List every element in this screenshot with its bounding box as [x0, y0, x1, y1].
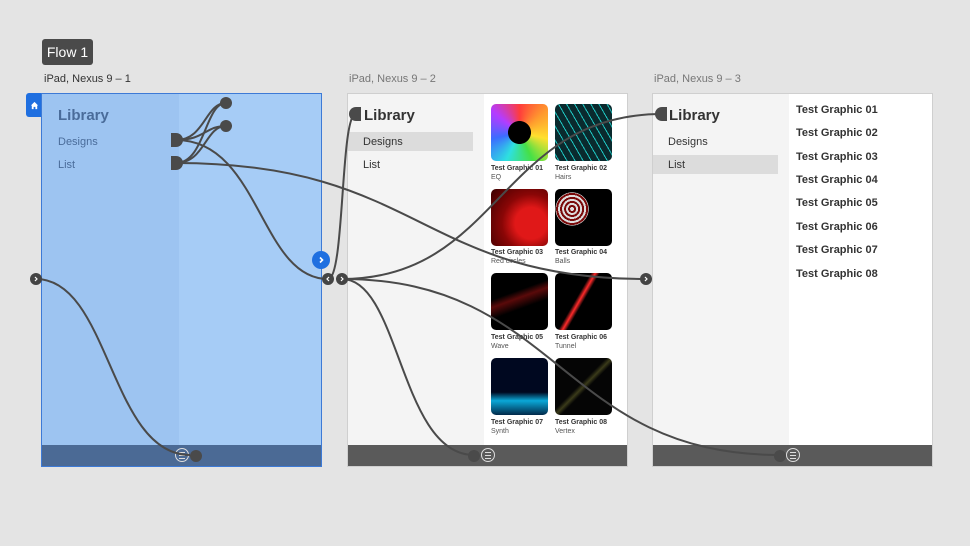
list-row[interactable]: Test Graphic 07: [796, 244, 878, 256]
artboard-label-3[interactable]: iPad, Nexus 9 – 3: [654, 73, 741, 85]
graphic-title: Test Graphic 02: [555, 165, 608, 172]
chevron-right-icon[interactable]: [336, 273, 348, 285]
library-title: Library: [669, 107, 720, 124]
graphic-title: Test Graphic 07: [491, 419, 544, 426]
artboard-2[interactable]: Library Designs List Test Graphic 01 EQ …: [347, 93, 628, 467]
graphic-subtitle: Wave: [491, 343, 509, 350]
list-row[interactable]: Test Graphic 03: [796, 151, 878, 163]
designs-item[interactable]: Designs: [653, 132, 778, 151]
chevron-right-icon[interactable]: [640, 273, 652, 285]
artboard-3[interactable]: Library Designs List Test Graphic 01 Tes…: [652, 93, 933, 467]
chevron-right-icon[interactable]: [30, 273, 42, 285]
artboard-label-2[interactable]: iPad, Nexus 9 – 2: [349, 73, 436, 85]
list-row[interactable]: Test Graphic 05: [796, 197, 878, 209]
graphic-subtitle: EQ: [491, 174, 502, 181]
list-item[interactable]: List: [348, 155, 473, 174]
graphic-title: Test Graphic 05: [491, 334, 544, 341]
library-title: Library: [58, 107, 109, 124]
menu-icon[interactable]: [786, 448, 800, 462]
graphic-title: Test Graphic 04: [555, 249, 608, 256]
graphic-thumbnail[interactable]: [555, 358, 612, 415]
graphic-title: Test Graphic 01: [491, 165, 544, 172]
flow-badge[interactable]: Flow 1: [42, 39, 93, 65]
graphic-subtitle: Vertex: [555, 428, 575, 435]
list-row[interactable]: Test Graphic 06: [796, 221, 878, 233]
graphic-thumbnail[interactable]: [555, 189, 612, 246]
graphic-subtitle: Red circles: [491, 258, 526, 265]
graphic-subtitle: Hairs: [555, 174, 572, 181]
graphic-thumbnail[interactable]: [555, 273, 612, 330]
library-title: Library: [364, 107, 415, 124]
bottom-bar: [42, 445, 321, 466]
artboard-1[interactable]: Library Designs List: [41, 93, 322, 467]
chevron-left-icon[interactable]: [322, 273, 334, 285]
graphic-title: Test Graphic 06: [555, 334, 608, 341]
artboard-label-1[interactable]: iPad, Nexus 9 – 1: [44, 73, 131, 85]
list-row[interactable]: Test Graphic 08: [796, 268, 878, 280]
graphic-subtitle: Balls: [555, 258, 571, 265]
menu-icon[interactable]: [175, 448, 189, 462]
graphic-title: Test Graphic 08: [555, 419, 608, 426]
graphic-thumbnail[interactable]: [491, 273, 548, 330]
graphic-thumbnail[interactable]: [491, 104, 548, 161]
list-item[interactable]: List: [58, 159, 75, 171]
bottom-bar: [653, 445, 932, 466]
graphic-thumbnail[interactable]: [555, 104, 612, 161]
graphic-subtitle: Tunnel: [555, 343, 577, 350]
designs-item[interactable]: Designs: [58, 136, 98, 148]
graphic-thumbnail[interactable]: [491, 358, 548, 415]
chevron-right-icon[interactable]: [312, 251, 330, 269]
list-row[interactable]: Test Graphic 02: [796, 127, 878, 139]
graphic-subtitle: Synth: [491, 428, 509, 435]
list-item[interactable]: List: [653, 155, 778, 174]
list-row[interactable]: Test Graphic 01: [796, 104, 878, 116]
list-row[interactable]: Test Graphic 04: [796, 174, 878, 186]
graphic-title: Test Graphic 03: [491, 249, 544, 256]
graphic-thumbnail[interactable]: [491, 189, 548, 246]
bottom-bar: [348, 445, 627, 466]
designs-item[interactable]: Designs: [348, 132, 473, 151]
menu-icon[interactable]: [481, 448, 495, 462]
home-icon[interactable]: [26, 93, 42, 117]
